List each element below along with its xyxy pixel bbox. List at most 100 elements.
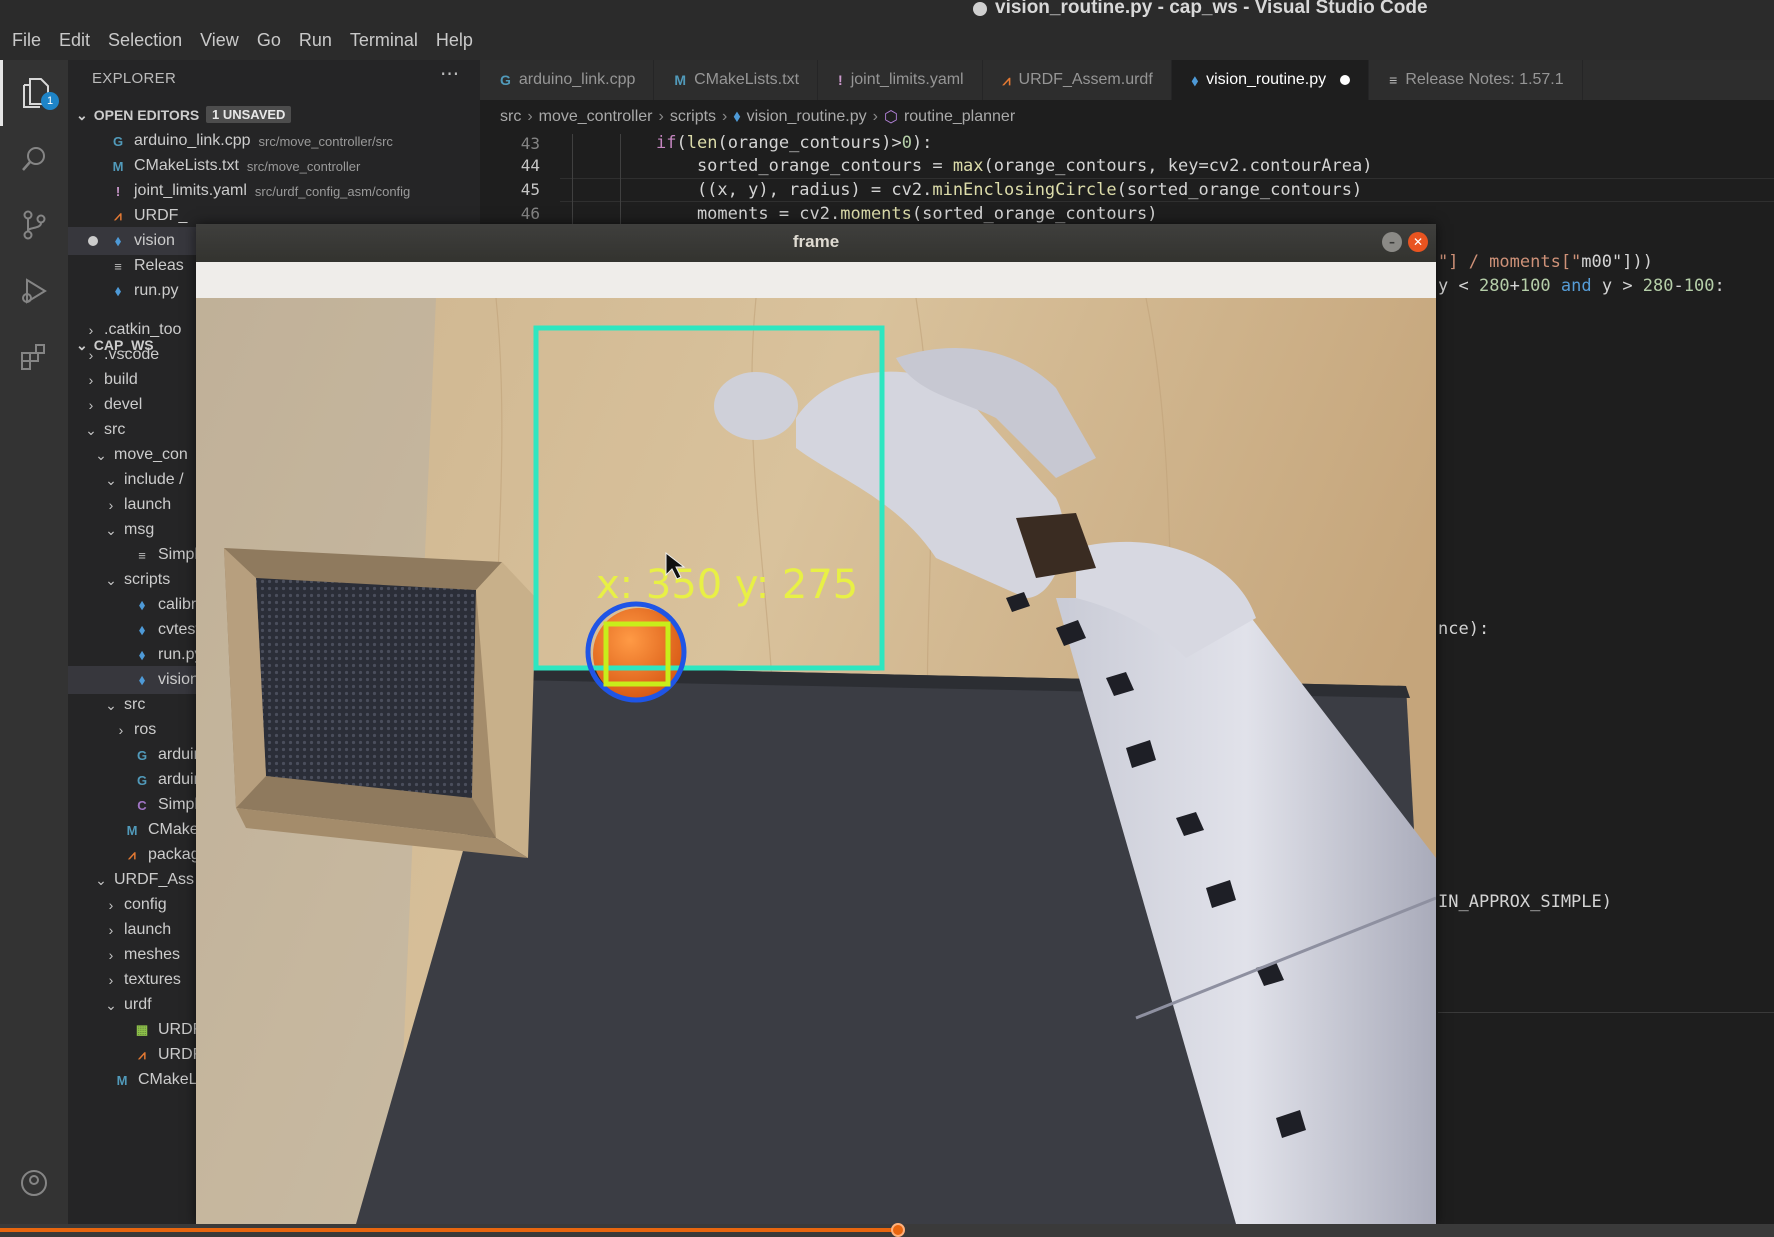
- frame-titlebar[interactable]: frame – ✕: [196, 224, 1436, 262]
- tree-item-label: scripts: [124, 571, 171, 588]
- menu-help[interactable]: Help: [436, 30, 473, 51]
- editor-tab-bar: Garduino_link.cpp M CMakeLists.txt! joint_l…: [480, 60, 1774, 100]
- frame-window[interactable]: frame – ✕ x: 350 y: 275: [196, 224, 1436, 1224]
- breadcrumb-item[interactable]: src: [500, 108, 521, 126]
- line-number: 46: [520, 204, 540, 223]
- camera-feed: x: 350 y: 275: [196, 298, 1436, 1224]
- cmake-icon: M: [126, 822, 138, 838]
- close-icon[interactable]: ✕: [1408, 232, 1428, 252]
- menu-view[interactable]: View: [200, 30, 239, 51]
- file-name: run.py: [134, 282, 179, 299]
- menu-terminal[interactable]: Terminal: [350, 30, 418, 51]
- file-name: Releas: [134, 257, 184, 274]
- python-icon: ⬧: [139, 597, 145, 612]
- minimize-icon[interactable]: –: [1382, 232, 1402, 252]
- run-debug-icon[interactable]: [0, 258, 68, 324]
- unsaved-dot-icon[interactable]: [1340, 75, 1351, 85]
- code-line-46: moments = cv2.moments(sorted_orange_cont…: [656, 204, 1158, 224]
- code-fragment: "] / moments["m00"])): [1438, 252, 1653, 272]
- file-name: CMakeLists.txt: [134, 157, 239, 174]
- extensions-icon[interactable]: [0, 324, 68, 390]
- open-editor-item[interactable]: ! joint_limits.yaml src/urdf_config_asm/co…: [68, 177, 480, 205]
- breadcrumb-item[interactable]: move_controller: [539, 108, 653, 126]
- line-number: 44: [520, 156, 540, 175]
- unsaved-badge: 1 UNSAVED: [206, 106, 292, 123]
- tree-item-label: move_con: [114, 446, 188, 463]
- chevron-down-icon: ⌄: [105, 471, 117, 488]
- python-icon: ⬧: [139, 647, 145, 662]
- open-editor-item[interactable]: Garduino_link.cpp src/move_controller/src: [68, 127, 480, 155]
- file-name: URDF_: [134, 207, 188, 224]
- editor-tab[interactable]: Garduino_link.cpp: [480, 60, 655, 100]
- editor-tab[interactable]: ⬧ vision_routine.py: [1171, 60, 1370, 100]
- tree-item-label: launch: [124, 496, 172, 513]
- video-progress-knob[interactable]: [890, 1223, 905, 1237]
- code-fragment: IN_APPROX_SIMPLE): [1438, 892, 1612, 912]
- menu-run[interactable]: Run: [299, 30, 332, 51]
- breadcrumb-item[interactable]: scripts: [670, 108, 716, 126]
- chevron-down-icon: ⌄: [105, 696, 117, 713]
- code-fragment: nce):: [1438, 619, 1490, 639]
- indent-guide: [572, 134, 573, 224]
- urdf-icon: ⩘: [138, 1047, 146, 1062]
- breadcrumb-item[interactable]: vision_routine.py: [747, 108, 867, 126]
- tab-label: Release Notes: 1.57.1: [1405, 71, 1564, 88]
- breadcrumb-item[interactable]: routine_planner: [904, 108, 1015, 126]
- unsaved-dot-icon[interactable]: [88, 236, 98, 246]
- tree-item-label: meshes: [124, 946, 181, 963]
- tab-label: CMakeLists.txt: [694, 71, 800, 88]
- notes-icon: ≡: [138, 547, 146, 563]
- menu-bar: File Edit Selection View Go Run Terminal Help: [0, 20, 1774, 60]
- chevron-right-icon: ›: [108, 947, 114, 963]
- sheet-icon: ▦: [135, 1022, 149, 1037]
- editor-tab[interactable]: ≡ Release Notes: 1.57.1: [1369, 60, 1583, 100]
- menu-file[interactable]: File: [12, 30, 41, 51]
- open-editor-item[interactable]: M CMakeLists.txt src/move_controller: [68, 152, 480, 180]
- tree-item-label: CMakeLi: [138, 1071, 202, 1088]
- source-control-icon[interactable]: [0, 192, 68, 258]
- python-icon: ⬧: [139, 622, 145, 637]
- tree-item-label: URDF_Ass: [114, 871, 195, 888]
- menu-selection[interactable]: Selection: [108, 30, 182, 51]
- python-icon: ⬧: [733, 108, 741, 125]
- menu-edit[interactable]: Edit: [59, 30, 90, 51]
- urdf-icon: ⩘: [128, 847, 136, 862]
- search-icon[interactable]: [0, 126, 68, 192]
- tree-item-label: devel: [104, 396, 143, 413]
- chevron-right-icon: ›: [108, 922, 114, 938]
- explorer-icon[interactable]: 1: [0, 60, 68, 126]
- chevron-right-icon: ›: [88, 397, 94, 413]
- chevron-down-icon: ⌄: [95, 446, 107, 463]
- python-icon: ⬧: [115, 233, 121, 248]
- breadcrumb-separator-icon: ›: [872, 108, 878, 125]
- open-editors-title[interactable]: ⌄ OPEN EDITORS: [76, 107, 199, 124]
- cpp-icon: G: [136, 772, 148, 788]
- chevron-right-icon: ›: [88, 372, 94, 388]
- editor-tab[interactable]: ! joint_limits.yaml: [818, 60, 983, 100]
- breadcrumb-separator-icon: ›: [658, 108, 664, 125]
- breadcrumb-separator-icon: ›: [722, 108, 728, 125]
- line-number: 45: [520, 180, 540, 199]
- code-line-43: if(len(orange_contours)>0):: [656, 133, 933, 153]
- chevron-right-icon: ›: [88, 347, 94, 363]
- file-path: src/move_controller/src: [258, 133, 393, 149]
- tree-item-label: include /: [124, 471, 184, 488]
- more-actions-icon[interactable]: ···: [440, 62, 459, 86]
- editor-tab[interactable]: ⩘ URDF_Assem.urdf: [982, 60, 1172, 100]
- cpp-icon: G: [112, 133, 124, 149]
- panel-divider: [1438, 1012, 1774, 1013]
- tree-item-label: src: [124, 696, 146, 713]
- python-icon: ⬧: [1191, 71, 1199, 88]
- chevron-down-icon: ⌄: [105, 571, 117, 588]
- window-titlebar: vision_routine.py - cap_ws - Visual Stud…: [0, 0, 1774, 20]
- video-progress-bar[interactable]: [0, 1228, 898, 1232]
- cardboard-box: [224, 548, 536, 858]
- chevron-down-icon: ⌄: [105, 521, 117, 538]
- notes-icon: ≡: [1389, 72, 1398, 88]
- tree-item-label: textures: [124, 971, 181, 988]
- menu-go[interactable]: Go: [257, 30, 281, 51]
- editor-tab[interactable]: M CMakeLists.txt: [654, 60, 819, 100]
- file-name: vision: [134, 232, 175, 249]
- account-icon[interactable]: [0, 1150, 68, 1216]
- code-line-45: ((x, y), radius) = cv2.minEnclosingCircl…: [656, 180, 1363, 200]
